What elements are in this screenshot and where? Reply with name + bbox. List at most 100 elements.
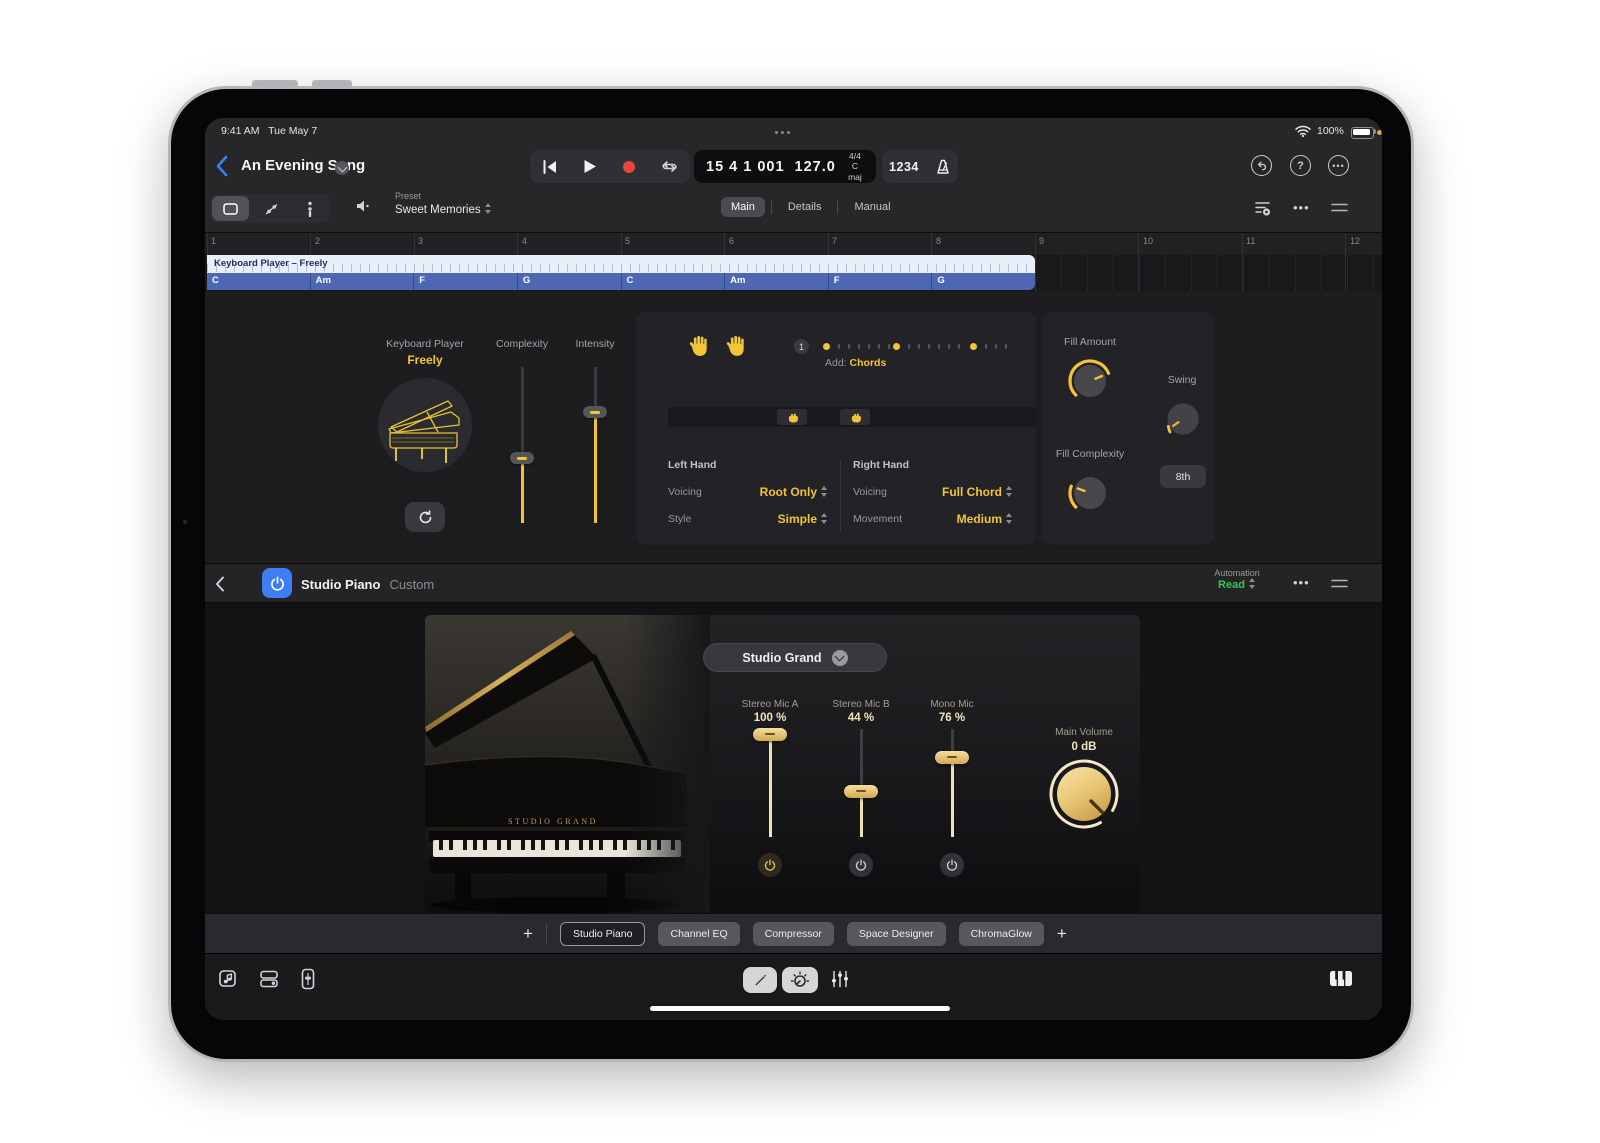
pattern-badge[interactable]: 1 (794, 339, 809, 354)
metronome-icon[interactable] (935, 159, 951, 175)
complexity-slider-handle[interactable] (510, 452, 534, 464)
key-signature: C maj (848, 161, 862, 182)
automation-control[interactable]: Automation Read (1197, 568, 1277, 591)
resize-handle-icon[interactable] (1331, 203, 1348, 212)
automation-tool-button[interactable] (251, 194, 290, 223)
multitask-dots-icon[interactable] (775, 131, 790, 134)
count-in-button[interactable]: 1234 (889, 160, 919, 174)
tab-details[interactable]: Details (778, 197, 832, 217)
left-hand-position[interactable] (777, 409, 807, 425)
undo-button[interactable] (1251, 155, 1272, 176)
mic-a-value[interactable]: 100 % (720, 712, 820, 724)
chord-cell[interactable]: Am (725, 273, 829, 290)
rh-movement-selector[interactable]: Medium (957, 510, 1013, 528)
fill-complexity-knob[interactable] (1065, 468, 1115, 518)
chain-item-compressor[interactable]: Compressor (753, 922, 834, 946)
chord-cell[interactable]: C (622, 273, 726, 290)
bar-number: 2 (315, 236, 320, 246)
mic-a-fader-handle[interactable] (753, 728, 787, 741)
record-button[interactable] (622, 160, 636, 174)
right-hand-title: Right Hand (853, 459, 909, 471)
more-options-button[interactable]: ••• (1328, 155, 1349, 176)
keyboard-player-artwork[interactable] (378, 378, 472, 472)
main-volume-value[interactable]: 0 dB (1034, 741, 1134, 753)
region-settings-icon[interactable] (1253, 199, 1273, 217)
bar-number: 12 (1350, 236, 1360, 246)
keyboard-icon[interactable] (1329, 970, 1353, 987)
chain-item-chromaglow[interactable]: ChromaGlow (959, 922, 1044, 946)
mic-b-fader-handle[interactable] (844, 785, 878, 798)
hand-range-bar[interactable] (668, 407, 1036, 427)
swing-rate-button[interactable]: 8th (1160, 465, 1206, 488)
lcd-display[interactable]: 15 4 1 001 127.0 4/4 C maj (694, 150, 876, 183)
right-hand-position[interactable] (840, 409, 870, 425)
session-region[interactable]: Keyboard Player – Freely (207, 255, 1035, 273)
hand-divider (840, 460, 841, 532)
home-indicator[interactable] (650, 1006, 950, 1011)
pencil-tool-button[interactable] (743, 967, 777, 993)
track-preset-name: Custom (389, 577, 434, 592)
chord-cell[interactable]: G (932, 273, 1035, 290)
lh-style-selector[interactable]: Simple (778, 510, 828, 528)
patch-chevron-icon (832, 650, 848, 666)
chord-cell[interactable]: F (414, 273, 518, 290)
plugins-icon[interactable] (258, 968, 280, 990)
chain-item-studio-piano[interactable]: Studio Piano (560, 922, 646, 946)
chord-cell[interactable]: C (207, 273, 311, 290)
song-menu-chevron-icon[interactable] (335, 161, 349, 175)
region-tool-button[interactable] (212, 196, 249, 221)
fill-amount-knob[interactable] (1065, 356, 1115, 406)
swing-label: Swing (1142, 374, 1222, 386)
patch-selector[interactable]: Studio Grand (703, 643, 887, 672)
mixer-icon[interactable] (830, 969, 850, 989)
preset-selector[interactable]: Sweet Memories (395, 203, 492, 216)
channel-strip-icon[interactable] (299, 967, 317, 991)
mono-mic-fader-handle[interactable] (935, 751, 969, 764)
mono-mic-power-button[interactable] (940, 853, 964, 877)
mic-b-value[interactable]: 44 % (811, 712, 911, 724)
signature-key[interactable]: 4/4 C maj (846, 151, 864, 183)
right-hand-icon[interactable] (724, 333, 749, 359)
track-name[interactable]: Studio Piano (301, 577, 380, 592)
intensity-slider-handle[interactable] (583, 406, 607, 418)
main-volume-knob[interactable] (1046, 756, 1122, 832)
left-hand-icon[interactable] (687, 333, 712, 359)
chain-item-space-designer[interactable]: Space Designer (847, 922, 946, 946)
lh-voicing-selector[interactable]: Root Only (760, 483, 828, 501)
back-chevron-button[interactable] (215, 155, 229, 177)
player-mode-value[interactable]: Freely (365, 353, 485, 367)
help-button[interactable]: ? (1290, 155, 1311, 176)
smart-controls-button[interactable] (782, 967, 818, 993)
chain-item-channel-eq[interactable]: Channel EQ (658, 922, 739, 946)
playhead-position[interactable]: 15 4 1 001 (706, 159, 785, 175)
bottom-toolbar (205, 953, 1382, 1020)
mic-b-power-button[interactable] (849, 853, 873, 877)
session-player-tool-button[interactable] (291, 194, 330, 223)
add-plugin-button-right[interactable]: + (1057, 924, 1067, 944)
mic-a-power-button[interactable] (758, 853, 782, 877)
cycle-button[interactable] (661, 159, 678, 174)
tab-main[interactable]: Main (721, 197, 765, 217)
chord-track[interactable]: C Am F G C Am F G (207, 273, 1035, 290)
mono-mic-value[interactable]: 76 % (902, 712, 1002, 724)
toolbar-more-icon[interactable]: ••• (1293, 200, 1310, 215)
bar-ruler[interactable]: 1 2 3 4 5 6 7 8 9 10 11 12 (205, 232, 1382, 255)
go-to-beginning-button[interactable] (542, 160, 558, 174)
rh-voicing-selector[interactable]: Full Chord (942, 483, 1013, 501)
strip-more-icon[interactable]: ••• (1293, 575, 1310, 590)
add-chords-control[interactable]: Add: Chords (825, 357, 886, 369)
plugin-power-button[interactable] (262, 568, 292, 598)
collapse-chevron-button[interactable] (215, 576, 225, 592)
strip-resize-icon[interactable] (1331, 579, 1348, 588)
play-button[interactable] (583, 159, 597, 174)
regenerate-button[interactable] (405, 502, 445, 532)
loop-browser-icon[interactable] (217, 968, 239, 990)
tempo-value[interactable]: 127.0 (795, 159, 836, 175)
chord-cell[interactable]: Am (311, 273, 415, 290)
chord-cell[interactable]: G (518, 273, 622, 290)
add-plugin-button-left[interactable]: + (523, 924, 533, 944)
chord-cell[interactable]: F (829, 273, 933, 290)
swing-knob[interactable] (1160, 396, 1206, 442)
speaker-icon[interactable] (355, 198, 373, 214)
tab-manual[interactable]: Manual (844, 197, 900, 217)
